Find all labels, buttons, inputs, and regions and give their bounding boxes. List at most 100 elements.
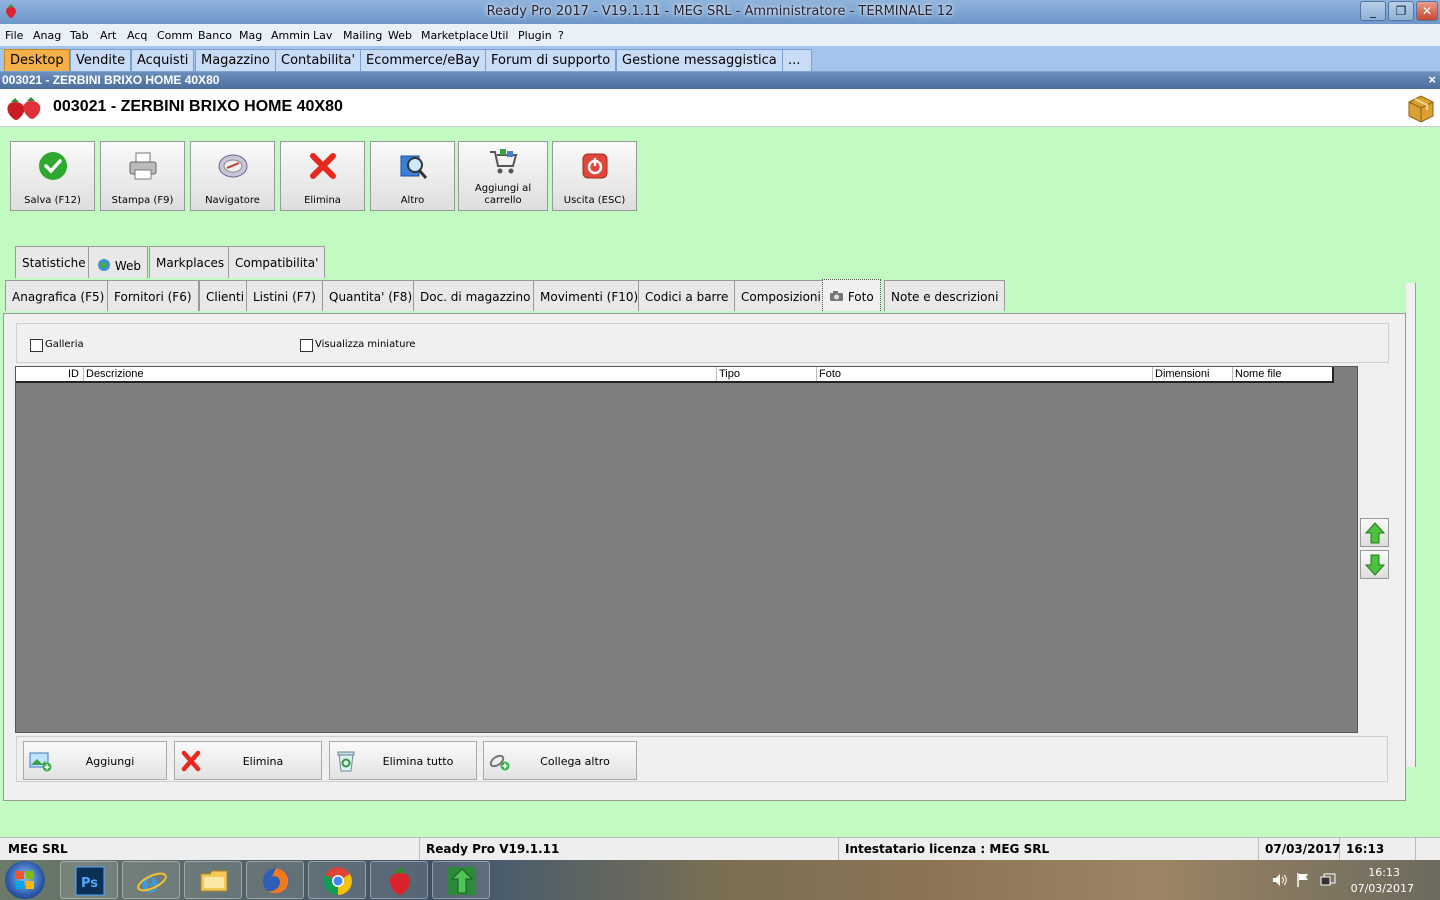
app-tab-acquisti[interactable]: Acquisti [131,49,195,71]
network-icon[interactable] [1320,873,1336,887]
magnifier-icon [400,155,427,179]
subwindow-close-button[interactable]: × [1428,72,1436,87]
chrome-icon [323,867,352,896]
thumbnails-checkbox[interactable] [300,339,313,352]
menu-help[interactable]: ? [558,29,564,42]
recycle-bin-icon [337,751,355,772]
internet-explorer-icon: e [137,866,167,897]
app-tab-desktop[interactable]: Desktop [4,49,70,71]
tab-listini[interactable]: Listini (F7) [246,280,323,311]
menu-util[interactable]: Util [490,29,508,42]
tab-anagrafica[interactable]: Anagrafica (F5) [5,280,112,311]
tab-movimenti[interactable]: Movimenti (F10) [533,280,646,311]
taskbar-transfer[interactable] [432,861,490,899]
add-photo-button[interactable]: Aggiungi [23,741,167,780]
menu-web[interactable]: Web [388,29,412,42]
menu-marketplace[interactable]: Marketplace [421,29,488,42]
print-button[interactable]: Stampa (F9) [100,141,185,211]
taskbar-file-explorer[interactable] [184,861,242,899]
arrow-down-icon [1365,554,1385,576]
col-foto[interactable]: Foto [819,368,841,380]
app-tab-magazzino[interactable]: Magazzino [195,49,276,71]
menu-art[interactable]: Art [100,29,116,42]
col-id[interactable]: ID [68,368,79,380]
checkmark-icon [38,152,67,180]
tab-fornitori[interactable]: Fornitori (F6) [107,280,199,311]
camera-icon [830,291,843,301]
taskbar-readypro[interactable] [370,861,428,899]
delete-photo-button[interactable]: Elimina [174,741,322,780]
photoshop-icon: Ps [75,866,105,896]
navigator-button[interactable]: Navigatore [190,141,275,211]
exit-button[interactable]: Uscita (ESC) [552,141,637,211]
add-to-cart-button[interactable]: Aggiungi al carrello [458,141,548,211]
other-button[interactable]: Altro [370,141,455,211]
tab-foto[interactable]: Foto [822,279,881,311]
menu-lav[interactable]: Lav [313,29,332,42]
menu-banco[interactable]: Banco [198,29,232,42]
menu-plugin[interactable]: Plugin [518,29,552,42]
start-button[interactable] [5,861,45,899]
delete-all-label: Elimina tutto [382,755,454,768]
tab-note-descrizioni[interactable]: Note e descrizioni [884,280,1006,311]
page-title: 003021 - ZERBINI BRIXO HOME 40X80 [53,98,343,115]
app-tab-vendite[interactable]: Vendite [70,49,132,71]
file-explorer-icon [200,870,228,892]
app-tab-forum[interactable]: Forum di supporto [485,49,617,71]
photo-grid[interactable]: ID Descrizione Tipo Foto Dimensioni Nome… [15,366,1358,733]
tab-composizioni[interactable]: Composizioni [734,280,828,311]
menu-mailing[interactable]: Mailing [343,29,382,42]
clock-date[interactable]: 07/03/2017 [1351,882,1414,895]
save-button[interactable]: Salva (F12) [10,141,95,211]
delete-all-button[interactable]: Elimina tutto [329,741,477,780]
col-nome-file[interactable]: Nome file [1235,368,1281,380]
app-tab-ecommerce[interactable]: Ecommerce/eBay [360,49,486,71]
tab-statistiche[interactable]: Statistiche [15,246,93,278]
menu-ammin[interactable]: Ammin [271,29,310,42]
grid-header: ID Descrizione Tipo Foto Dimensioni Nome… [16,367,1334,383]
menu-anag[interactable]: Anag [33,29,61,42]
display-options: Galleria Visualizza miniature [16,323,1389,363]
status-time: 16:13 [1340,838,1416,860]
app-tab-messaggistica[interactable]: Gestione messaggistica [616,49,783,71]
maximize-button[interactable]: ❐ [1388,1,1414,21]
menu-acq[interactable]: Acq [127,29,147,42]
delete-button[interactable]: Elimina [280,141,365,211]
taskbar-photoshop[interactable]: Ps [60,861,118,899]
package-icon[interactable] [1406,93,1436,123]
tab-quantita[interactable]: Quantita' (F8) [322,280,420,311]
tab-compatibilita[interactable]: Compatibilita' [228,246,326,278]
tab-doc-magazzino[interactable]: Doc. di magazzino [413,280,538,311]
menu-file[interactable]: File [5,29,23,42]
col-descrizione[interactable]: Descrizione [86,368,143,380]
taskbar-firefox[interactable] [246,861,304,899]
menu-mag[interactable]: Mag [239,29,262,42]
col-dimensioni[interactable]: Dimensioni [1155,368,1209,380]
taskbar-internet-explorer[interactable]: e [122,861,180,899]
print-label: Stampa (F9) [111,195,174,206]
clock-time[interactable]: 16:13 [1368,866,1400,879]
minimize-button[interactable]: _ [1360,1,1386,21]
col-tipo[interactable]: Tipo [719,368,740,380]
tab-markplaces[interactable]: Markplaces [149,246,232,278]
exit-label: Uscita (ESC) [563,195,626,206]
add-image-icon [29,752,52,772]
app-tab-contabilita[interactable]: Contabilita' [275,49,362,71]
app-tab-more[interactable]: ... [782,49,812,71]
speaker-icon[interactable] [1272,873,1288,887]
menu-tab[interactable]: Tab [70,29,89,42]
link-other-button[interactable]: Collega altro [483,741,637,780]
tab-codici-barre[interactable]: Codici a barre [638,280,736,311]
tab-web[interactable]: Web [88,246,148,278]
close-window-button[interactable]: ✕ [1416,1,1438,21]
red-x-icon [181,750,201,772]
flag-icon[interactable] [1296,872,1310,888]
compass-icon [218,154,247,178]
move-down-button[interactable] [1360,550,1389,579]
cart-icon [490,149,518,174]
taskbar-chrome[interactable] [308,861,366,899]
menu-comm[interactable]: Comm [157,29,193,42]
move-up-button[interactable] [1360,518,1389,547]
tab-clienti[interactable]: Clienti [199,280,252,311]
gallery-checkbox[interactable] [30,339,43,352]
